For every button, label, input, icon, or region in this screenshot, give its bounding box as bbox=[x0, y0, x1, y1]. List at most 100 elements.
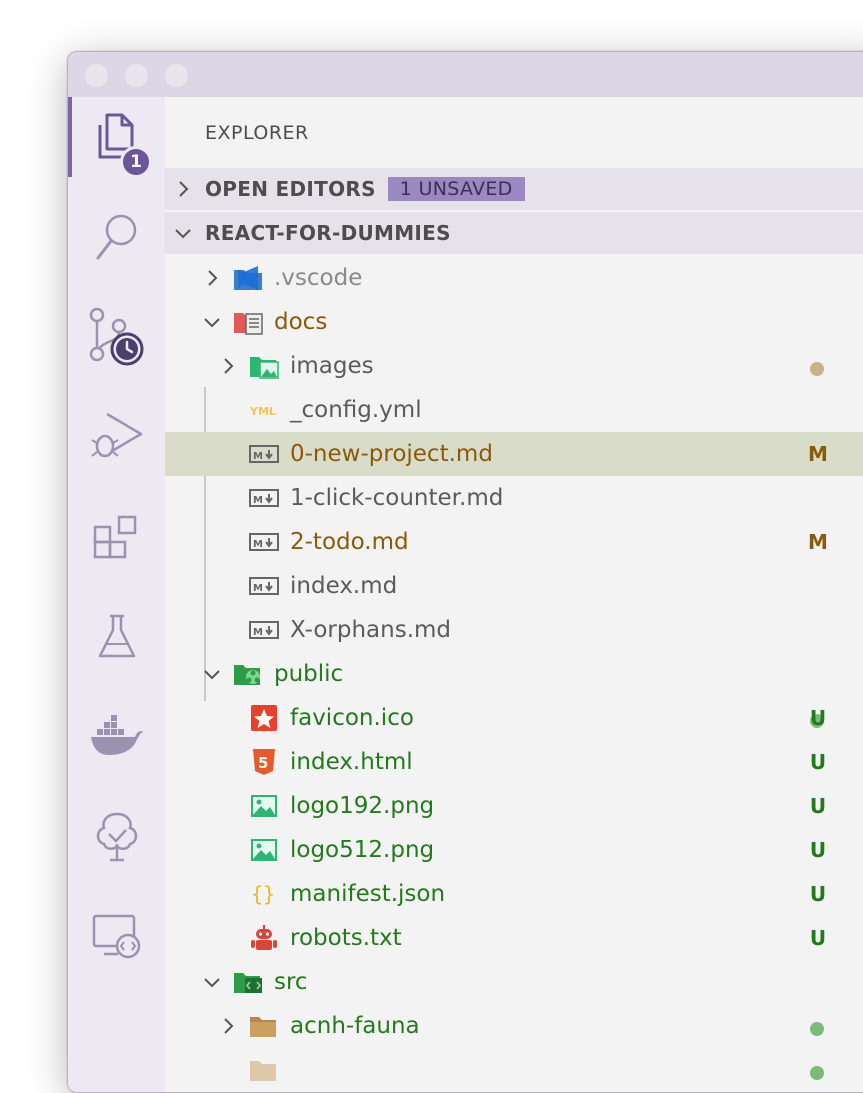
chevron-down-icon bbox=[204, 670, 220, 680]
tree-row-logo512[interactable]: logo512.png bbox=[165, 828, 863, 872]
chevron-down-icon bbox=[175, 229, 191, 239]
explorer-title: EXPLORER bbox=[205, 122, 309, 144]
tree-label: logo512.png bbox=[290, 837, 435, 863]
tree-label: acnh-fauna bbox=[290, 1013, 420, 1039]
close-window-button[interactable] bbox=[85, 64, 108, 87]
svg-text:5: 5 bbox=[258, 754, 268, 772]
tree-label: src bbox=[274, 969, 308, 995]
markdown-icon: M bbox=[248, 440, 280, 468]
chevron-right-icon bbox=[224, 358, 234, 374]
image-icon bbox=[248, 792, 280, 820]
git-status-label: M bbox=[808, 530, 828, 554]
svg-text:M: M bbox=[253, 451, 263, 462]
source-control-activity-button[interactable] bbox=[68, 297, 165, 377]
minimize-window-button[interactable] bbox=[125, 64, 148, 87]
markdown-icon: M bbox=[248, 484, 280, 512]
docker-icon bbox=[90, 715, 143, 755]
favicon-icon bbox=[248, 704, 280, 732]
git-status-label: U bbox=[809, 926, 827, 950]
project-section-header[interactable]: REACT-FOR-DUMMIES bbox=[165, 212, 863, 254]
markdown-icon: M bbox=[248, 616, 280, 644]
tree-row-docs[interactable]: docs bbox=[165, 300, 863, 344]
git-status-label: U bbox=[809, 838, 827, 862]
tree-row-favicon[interactable]: favicon.ico bbox=[165, 696, 863, 740]
svg-text:{}: {} bbox=[251, 882, 275, 906]
open-editors-section-header[interactable]: OPEN EDITORS 1 UNSAVED bbox=[165, 168, 863, 210]
tree-row-config-yml[interactable]: YML _config.yml bbox=[165, 388, 863, 432]
extensions-activity-button[interactable] bbox=[68, 497, 165, 577]
tree-row-2-todo[interactable]: M 2-todo.md bbox=[165, 520, 863, 564]
unsaved-badge: 1 UNSAVED bbox=[387, 177, 525, 201]
tree-label: logo192.png bbox=[290, 793, 435, 819]
chevron-right-icon bbox=[179, 181, 189, 197]
vscode-window: 1 EXPLORER OPEN EDITORS 1 UNSAVED REACT-… bbox=[67, 51, 863, 1093]
project-label: REACT-FOR-DUMMIES bbox=[205, 221, 451, 245]
tree-row-1-click-counter[interactable]: M 1-click-counter.md bbox=[165, 476, 863, 520]
tree-label: 2-todo.md bbox=[290, 529, 409, 555]
testing-activity-button[interactable] bbox=[68, 597, 165, 677]
tree-row-public[interactable]: public bbox=[165, 652, 863, 696]
folder-icon bbox=[248, 1056, 280, 1084]
tree-label: manifest.json bbox=[290, 881, 446, 907]
docker-activity-button[interactable] bbox=[68, 697, 165, 777]
git-status-label: U bbox=[809, 794, 827, 818]
tree-row-logo192[interactable]: logo192.png bbox=[165, 784, 863, 828]
tree-label: 1-click-counter.md bbox=[290, 485, 504, 511]
tree-label: index.html bbox=[290, 749, 413, 775]
chevron-right-icon bbox=[208, 270, 218, 286]
tree-row-index-html[interactable]: 5 index.html bbox=[165, 740, 863, 784]
svg-text:M: M bbox=[253, 583, 263, 594]
tree-label: index.md bbox=[290, 573, 398, 599]
extensions-icon bbox=[93, 515, 136, 559]
explorer-sidebar: EXPLORER OPEN EDITORS 1 UNSAVED REACT-FO… bbox=[165, 97, 863, 1092]
tree-row-images[interactable]: images bbox=[165, 344, 863, 388]
tree-row-x-orphans[interactable]: M X-orphans.md bbox=[165, 608, 863, 652]
remote-explorer-icon bbox=[92, 914, 140, 959]
tree-label: public bbox=[274, 661, 344, 687]
tree-row-index-md[interactable]: M index.md bbox=[165, 564, 863, 608]
tree-label: robots.txt bbox=[290, 925, 402, 951]
chevron-down-icon bbox=[204, 318, 220, 328]
markdown-icon: M bbox=[248, 572, 280, 600]
source-control-icon bbox=[89, 307, 143, 366]
flask-icon bbox=[98, 614, 135, 658]
git-status-label: M bbox=[808, 442, 828, 466]
tree-row-acnh-fauna[interactable]: acnh-fauna bbox=[165, 1004, 863, 1048]
vscode-folder-icon bbox=[232, 264, 264, 292]
tree-row-src[interactable]: src bbox=[165, 960, 863, 1004]
src-folder-icon bbox=[232, 968, 264, 996]
svg-text:M: M bbox=[253, 539, 263, 550]
json-icon: {} bbox=[248, 880, 280, 908]
tree-label: favicon.ico bbox=[290, 705, 414, 731]
markdown-icon: M bbox=[248, 528, 280, 556]
git-status-label: U bbox=[809, 882, 827, 906]
remote-explorer-activity-button[interactable] bbox=[68, 897, 165, 977]
run-debug-icon bbox=[90, 412, 142, 458]
open-editors-label: OPEN EDITORS bbox=[205, 177, 376, 201]
tree-row-vscode[interactable]: .vscode bbox=[165, 256, 863, 300]
explorer-activity-button[interactable]: 1 bbox=[68, 97, 165, 178]
tree-label: 0-new-project.md bbox=[290, 441, 493, 467]
run-debug-activity-button[interactable] bbox=[68, 397, 165, 477]
tree-label: _config.yml bbox=[290, 397, 422, 423]
tree-icon bbox=[96, 812, 137, 862]
tree-label: images bbox=[290, 353, 374, 379]
tree-row-robots[interactable]: robots.txt bbox=[165, 916, 863, 960]
html5-icon: 5 bbox=[248, 748, 280, 776]
zoom-window-button[interactable] bbox=[165, 64, 188, 87]
tree-row-manifest[interactable]: {} manifest.json bbox=[165, 872, 863, 916]
unsaved-count-badge: 1 bbox=[120, 146, 152, 178]
images-folder-icon bbox=[248, 352, 280, 380]
git-status-label: U bbox=[809, 750, 827, 774]
tree-row-0-new-project[interactable]: M 0-new-project.md bbox=[165, 432, 863, 476]
svg-text:YML: YML bbox=[249, 405, 276, 418]
tree-label: .vscode bbox=[274, 265, 363, 291]
robot-icon bbox=[248, 924, 280, 952]
docs-folder-icon bbox=[232, 308, 264, 336]
search-activity-button[interactable] bbox=[68, 197, 165, 277]
image-icon bbox=[248, 836, 280, 864]
git-graph-activity-button[interactable] bbox=[68, 797, 165, 877]
tree-row-partial[interactable] bbox=[165, 1048, 863, 1092]
activity-bar: 1 bbox=[68, 97, 165, 1092]
chevron-down-icon bbox=[204, 978, 220, 988]
